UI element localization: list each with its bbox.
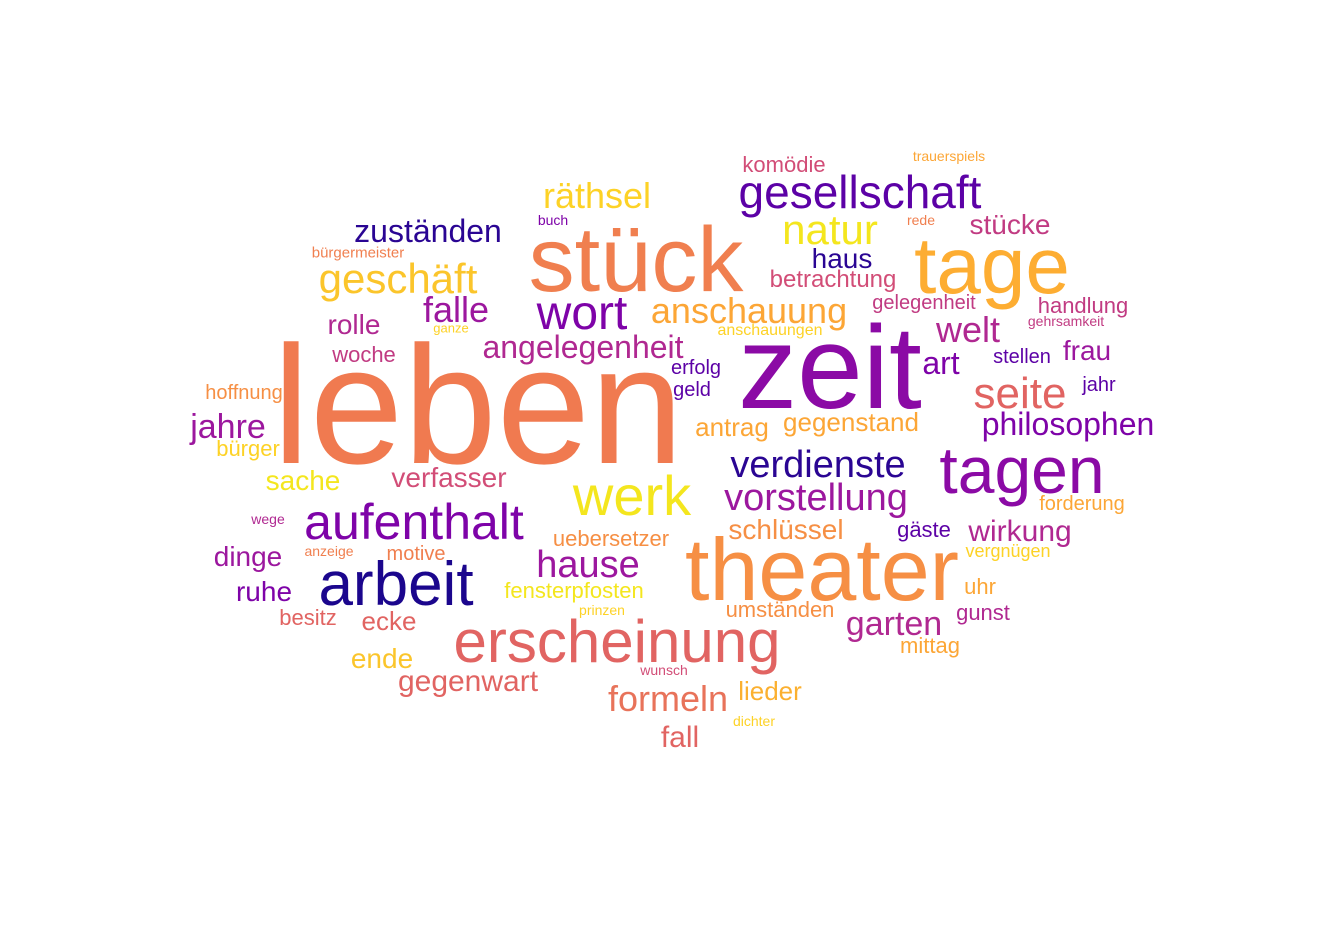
word-lieder: lieder xyxy=(738,676,802,706)
word-trauerspiels: trauerspiels xyxy=(912,148,986,164)
word-komoedie: komödie xyxy=(742,152,826,177)
word-wunsch: wunsch xyxy=(640,662,688,678)
word-umstaenden: umständen xyxy=(725,597,835,622)
word-buerger: bürger xyxy=(216,436,280,461)
word-motive: motive xyxy=(386,543,446,565)
word-anschauungen: anschauungen xyxy=(717,322,823,339)
word-raethsel: räthsel xyxy=(542,175,652,216)
word-vorstellung: vorstellung xyxy=(724,477,908,519)
word-art: art xyxy=(922,345,960,381)
word-werk: werk xyxy=(572,464,692,527)
word-gaeste: gäste xyxy=(897,517,951,542)
word-erfolg: erfolg xyxy=(670,357,722,379)
word-forderung: forderung xyxy=(1039,493,1125,515)
word-ganze: ganze xyxy=(433,320,469,336)
word-formeln: formeln xyxy=(607,678,729,719)
word-stuecke: stücke xyxy=(969,209,1051,240)
word-gunst: gunst xyxy=(956,600,1010,625)
word-buergermeister: bürgermeister xyxy=(311,244,405,262)
word-jahr: jahr xyxy=(1082,374,1116,396)
word-buch: buch xyxy=(537,212,569,228)
word-prinzen: prinzen xyxy=(579,602,625,618)
word-schluessel: schlüssel xyxy=(728,514,844,545)
word-woche: woche xyxy=(332,342,396,367)
word-mittag: mittag xyxy=(900,633,960,658)
word-welt: welt xyxy=(935,309,1001,350)
word-gehrsamkeit: gehrsamkeit xyxy=(1027,313,1105,329)
word-vergnuegen: vergnügen xyxy=(965,541,1051,561)
word-stellen: stellen xyxy=(993,346,1051,368)
word-philosophen: philosophen xyxy=(981,406,1155,442)
word-rolle: rolle xyxy=(327,309,381,340)
word-gelegenheit: gelegenheit xyxy=(872,292,976,314)
word-verfasser: verfasser xyxy=(391,462,507,493)
word-zustaenden: zuständen xyxy=(354,213,502,249)
word-sache: sache xyxy=(265,465,341,496)
word-dichter: dichter xyxy=(732,713,776,729)
word-ende: ende xyxy=(350,643,414,674)
word-fensterpfosten: fensterpfosten xyxy=(504,578,644,603)
word-wege: wege xyxy=(251,511,285,527)
word-gegenstand: gegenstand xyxy=(783,407,919,437)
word-angelegenheit: angelegenheit xyxy=(482,329,684,365)
word-betrachtung: betrachtung xyxy=(769,266,897,293)
word-antrag: antrag xyxy=(695,412,769,442)
word-dinge: dinge xyxy=(213,541,283,572)
word-gegenwart: gegenwart xyxy=(397,665,539,698)
word-ecke: ecke xyxy=(361,606,417,636)
word-uhr: uhr xyxy=(964,574,996,599)
word-uebersetzer: uebersetzer xyxy=(552,526,670,551)
word-geld: geld xyxy=(673,379,711,401)
word-besitz: besitz xyxy=(279,605,337,630)
word-aufenthalt: aufenthalt xyxy=(304,494,524,550)
word-fall: fall xyxy=(660,721,700,754)
word-anzeige: anzeige xyxy=(304,543,354,559)
word-hoffnung: hoffnung xyxy=(205,382,283,404)
word-cloud: leben zeit theater stück tage tagen ersc… xyxy=(0,0,1334,945)
word-ruhe: ruhe xyxy=(235,576,293,607)
word-frau: frau xyxy=(1062,335,1112,366)
word-rede: rede xyxy=(906,212,936,228)
